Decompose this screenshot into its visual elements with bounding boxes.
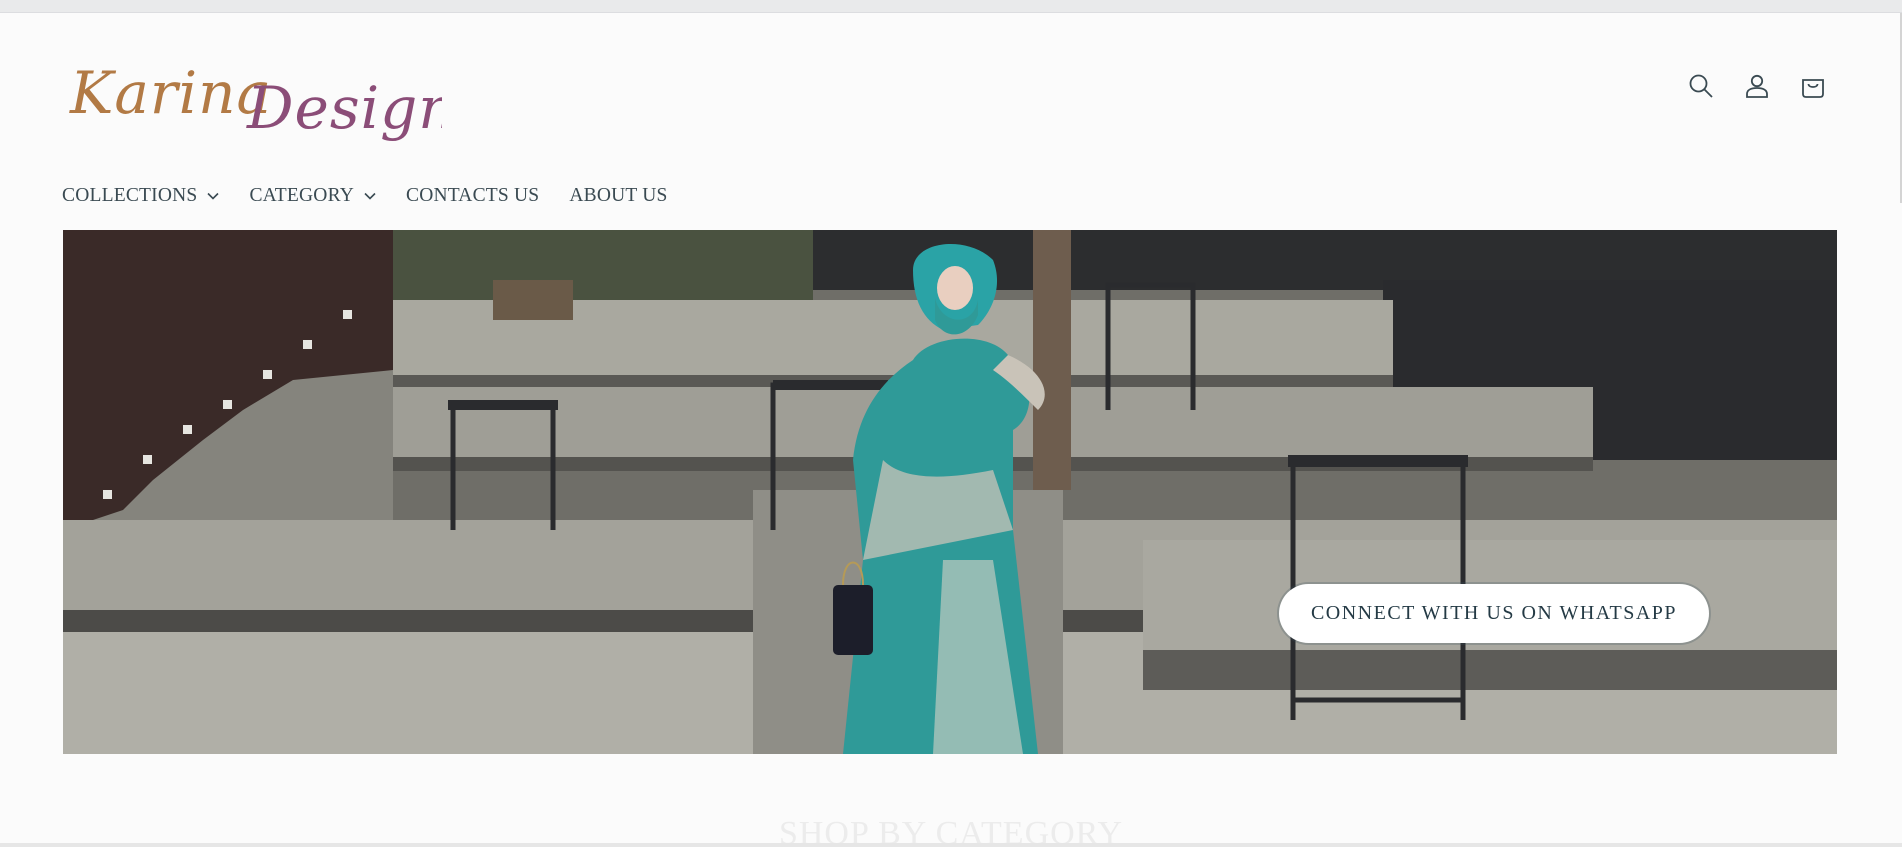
cart-icon [1802, 79, 1824, 98]
logo-word-karina: Karina [69, 59, 272, 127]
search-icon [1689, 74, 1713, 98]
brand-logo[interactable]: Karina Design [62, 33, 456, 163]
hero-image [63, 230, 1837, 754]
nav-item-category[interactable]: CATEGORY [249, 185, 376, 207]
nav-item-contacts[interactable]: CONTACTS US [406, 185, 539, 207]
bottom-strip [0, 843, 1902, 847]
logo-word-design: Design [246, 74, 442, 142]
hero-banner: CONNECT WITH US ON WHATSAPP [63, 230, 1837, 754]
chevron-down-icon [364, 192, 376, 200]
main-nav: COLLECTIONS CATEGORY CONTACTS US ABOUT U… [62, 185, 698, 207]
nav-item-collections[interactable]: COLLECTIONS [62, 185, 220, 207]
nav-item-label: CATEGORY [249, 185, 354, 206]
header-icons [1684, 69, 1830, 109]
whatsapp-cta-button[interactable]: CONNECT WITH US ON WHATSAPP [1279, 584, 1709, 643]
chevron-down-icon [207, 192, 220, 200]
nav-item-label: CONTACTS US [405, 185, 540, 206]
cart-button[interactable] [1796, 69, 1830, 103]
logo-script-image: Karina Design [69, 59, 456, 142]
nav-item-label: ABOUT US [569, 185, 668, 206]
site-header: Karina Design COLLECTIONS CATEGORY CONTA… [0, 13, 1902, 229]
account-icon [1746, 74, 1768, 98]
nav-item-label: COLLECTIONS [62, 185, 198, 206]
browser-top-strip [0, 0, 1902, 13]
search-button[interactable] [1684, 69, 1718, 103]
account-button[interactable] [1740, 69, 1774, 103]
nav-item-about[interactable]: ABOUT US [569, 185, 667, 207]
